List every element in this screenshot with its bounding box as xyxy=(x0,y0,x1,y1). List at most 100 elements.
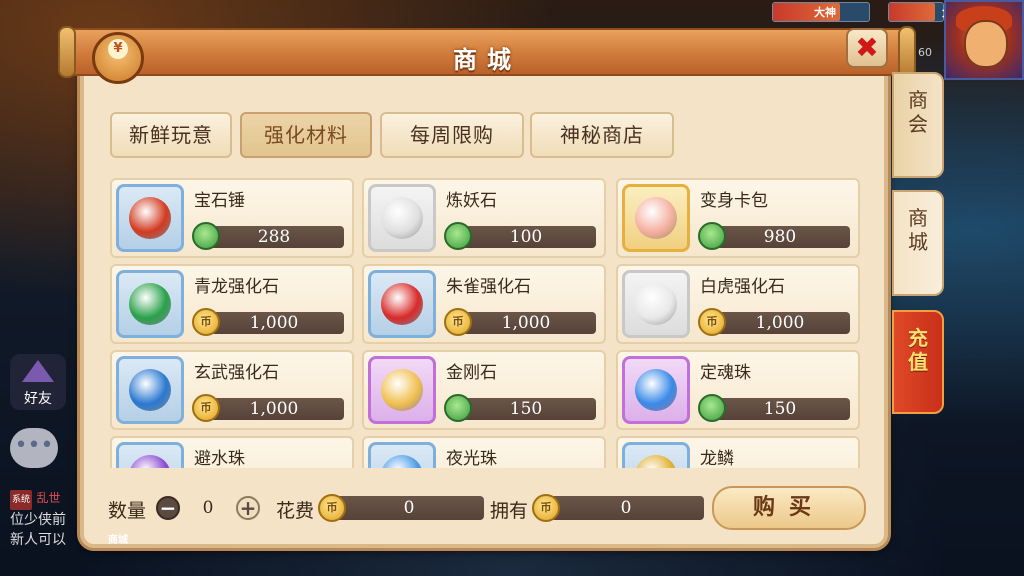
item-price-bar: 1,000 xyxy=(204,312,344,334)
item-name: 炼妖石 xyxy=(446,191,497,211)
item-card[interactable]: 玄武强化石币 1,000 xyxy=(110,350,354,430)
vermilion-bird-stone-icon xyxy=(381,283,423,325)
item-card[interactable]: 龙鳞 xyxy=(616,436,860,468)
item-name: 朱雀强化石 xyxy=(446,277,531,297)
item-price-bar: 288 xyxy=(204,226,344,248)
chat-bubble-icon: ••• xyxy=(14,433,54,458)
item-card[interactable]: 避水珠 xyxy=(110,436,354,468)
item-price-bar: 1,000 xyxy=(710,312,850,334)
item-icon-frame[interactable] xyxy=(368,442,436,468)
dialog-title: 商城 xyxy=(453,46,521,74)
gold-coin-icon: 币 xyxy=(698,308,726,336)
item-price-bar: 100 xyxy=(456,226,596,248)
item-price-bar: 1,000 xyxy=(204,398,344,420)
item-icon-frame[interactable] xyxy=(116,442,184,468)
item-price: 288 xyxy=(257,227,291,247)
gold-coin-icon: 币 xyxy=(192,394,220,422)
item-price: 980 xyxy=(763,227,797,247)
item-card[interactable]: 炼妖石 100 xyxy=(362,178,606,258)
close-button[interactable]: ✖ xyxy=(846,28,888,68)
tab-mystery-shop[interactable]: 神秘商店 xyxy=(530,112,674,158)
tab-label: 强化材料 xyxy=(264,123,348,147)
friends-button[interactable]: 好友 xyxy=(10,354,66,410)
item-icon-frame[interactable] xyxy=(116,184,184,252)
item-card[interactable]: 宝石锤 288 xyxy=(110,178,354,258)
player-portrait[interactable] xyxy=(944,0,1024,80)
item-icon-frame[interactable] xyxy=(368,184,436,252)
item-grid[interactable]: 宝石锤 288 炼妖石 100 变身卡包 980 青龙强化石币 1,000 朱雀强化石币 1,00… xyxy=(110,178,862,468)
item-card[interactable]: 定魂珠 150 xyxy=(616,350,860,430)
jade-currency-icon xyxy=(698,222,726,250)
shop-bag-icon: ¥ 商城 xyxy=(92,32,144,546)
jade-currency-icon xyxy=(444,394,472,422)
item-card[interactable]: 朱雀强化石币 1,000 xyxy=(362,264,606,344)
item-card[interactable]: 夜光珠 xyxy=(362,436,606,468)
gold-coin-icon: 币 xyxy=(192,308,220,336)
item-price-bar: 150 xyxy=(456,398,596,420)
gold-coin-icon: 币 xyxy=(444,308,472,336)
night-pearl-icon xyxy=(381,455,423,468)
gold-coin-icon: 币 xyxy=(318,494,346,522)
item-name: 龙鳞 xyxy=(700,449,734,468)
quantity-label: 数量 xyxy=(108,500,147,522)
side-tab-label: 商会 xyxy=(908,88,928,136)
chat-line-1: 位少侠前 xyxy=(10,512,66,528)
item-price-bar: 980 xyxy=(710,226,850,248)
item-name: 金刚石 xyxy=(446,363,497,383)
item-icon-frame[interactable] xyxy=(622,184,690,252)
side-tab-mall[interactable]: 商城 xyxy=(892,190,944,296)
jade-currency-icon xyxy=(444,222,472,250)
item-card[interactable]: 白虎强化石币 1,000 xyxy=(616,264,860,344)
item-icon-frame[interactable] xyxy=(622,356,690,424)
azure-dragon-stone-icon xyxy=(129,283,171,325)
jade-currency-icon xyxy=(698,394,726,422)
side-tab-label: 商城 xyxy=(908,206,928,254)
decrease-button[interactable]: − xyxy=(156,496,180,520)
title-bar: 商城 xyxy=(58,26,916,78)
tab-label: 新鲜玩意 xyxy=(129,123,213,147)
quantity-value[interactable]: 0 xyxy=(182,496,234,520)
minus-icon: − xyxy=(159,496,177,520)
item-name: 白虎强化石 xyxy=(700,277,785,297)
side-tab-guild-shop[interactable]: 商会 xyxy=(892,72,944,178)
jade-currency-icon xyxy=(192,222,220,250)
item-icon-frame[interactable] xyxy=(368,356,436,424)
buy-label: 购买 xyxy=(752,495,825,520)
item-card[interactable]: 青龙强化石币 1,000 xyxy=(110,264,354,344)
item-icon-frame[interactable] xyxy=(116,356,184,424)
item-card[interactable]: 变身卡包 980 xyxy=(616,178,860,258)
item-icon-frame[interactable] xyxy=(622,442,690,468)
item-price: 1,000 xyxy=(501,313,551,333)
item-price-bar: 1,000 xyxy=(456,312,596,334)
chat-line-2: 新人可以 xyxy=(10,532,66,548)
cost-label: 花费 xyxy=(276,500,315,522)
diamond-stone-icon xyxy=(381,369,423,411)
item-card[interactable]: 金刚石 150 xyxy=(362,350,606,430)
chat-bubble-button[interactable]: ••• xyxy=(10,428,58,468)
increase-button[interactable]: + xyxy=(236,496,260,520)
item-price: 1,000 xyxy=(249,399,299,419)
buy-button[interactable]: 购买 xyxy=(712,486,866,530)
item-icon-frame[interactable] xyxy=(116,270,184,338)
item-icon-frame[interactable] xyxy=(622,270,690,338)
item-name: 定魂珠 xyxy=(700,363,751,383)
item-name: 青龙强化石 xyxy=(194,277,279,297)
side-tab-label: 充值 xyxy=(908,326,928,374)
close-icon: ✖ xyxy=(855,31,879,64)
tab-label: 神秘商店 xyxy=(560,123,644,147)
item-price: 1,000 xyxy=(249,313,299,333)
tab-novelties[interactable]: 新鲜玩意 xyxy=(110,112,232,158)
tab-weekly-limited[interactable]: 每周限购 xyxy=(380,112,524,158)
friends-hat-icon xyxy=(22,360,54,382)
tab-enhance-materials[interactable]: 强化材料 xyxy=(240,112,372,158)
side-tab-recharge[interactable]: 充值 xyxy=(892,310,944,414)
owned-value: 0 xyxy=(548,496,704,520)
dragon-scale-icon xyxy=(635,455,677,468)
gem-hammer-icon xyxy=(129,197,171,239)
hud-level: 60 xyxy=(918,46,932,59)
item-price: 150 xyxy=(763,399,797,419)
plus-icon: + xyxy=(239,496,257,520)
black-tortoise-stone-icon xyxy=(129,369,171,411)
item-price: 100 xyxy=(509,227,543,247)
item-icon-frame[interactable] xyxy=(368,270,436,338)
